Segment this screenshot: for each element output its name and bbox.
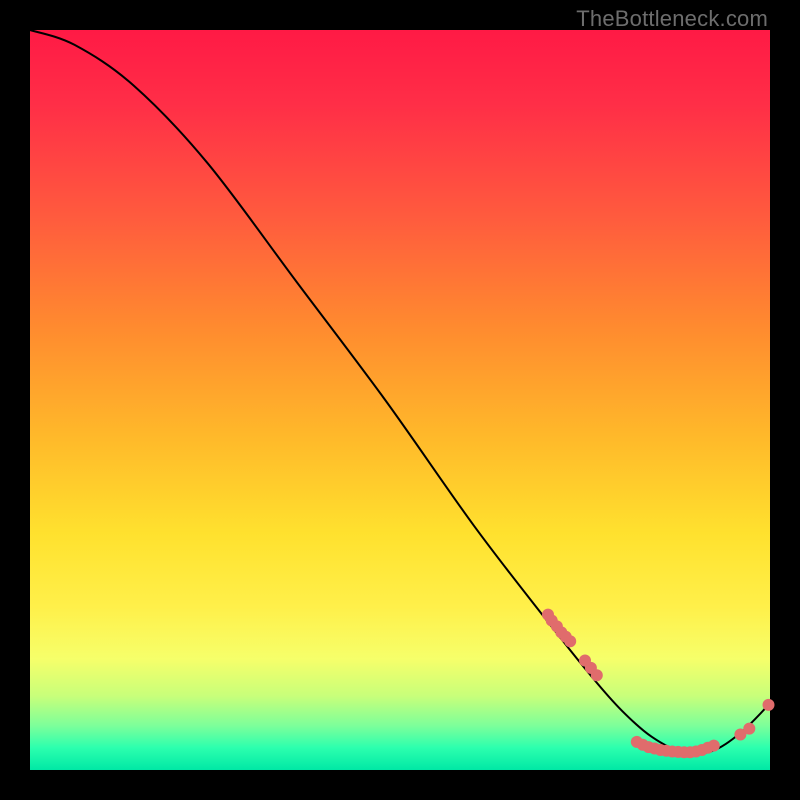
data-point — [763, 699, 774, 710]
chart-plot-area — [30, 30, 770, 770]
watermark-text: TheBottleneck.com — [576, 6, 768, 32]
bottleneck-curve — [30, 30, 770, 754]
data-point — [744, 723, 755, 734]
scatter-points-group — [543, 609, 775, 758]
data-point — [591, 670, 602, 681]
data-point — [565, 636, 576, 647]
chart-svg — [30, 30, 770, 770]
data-point — [708, 740, 719, 751]
